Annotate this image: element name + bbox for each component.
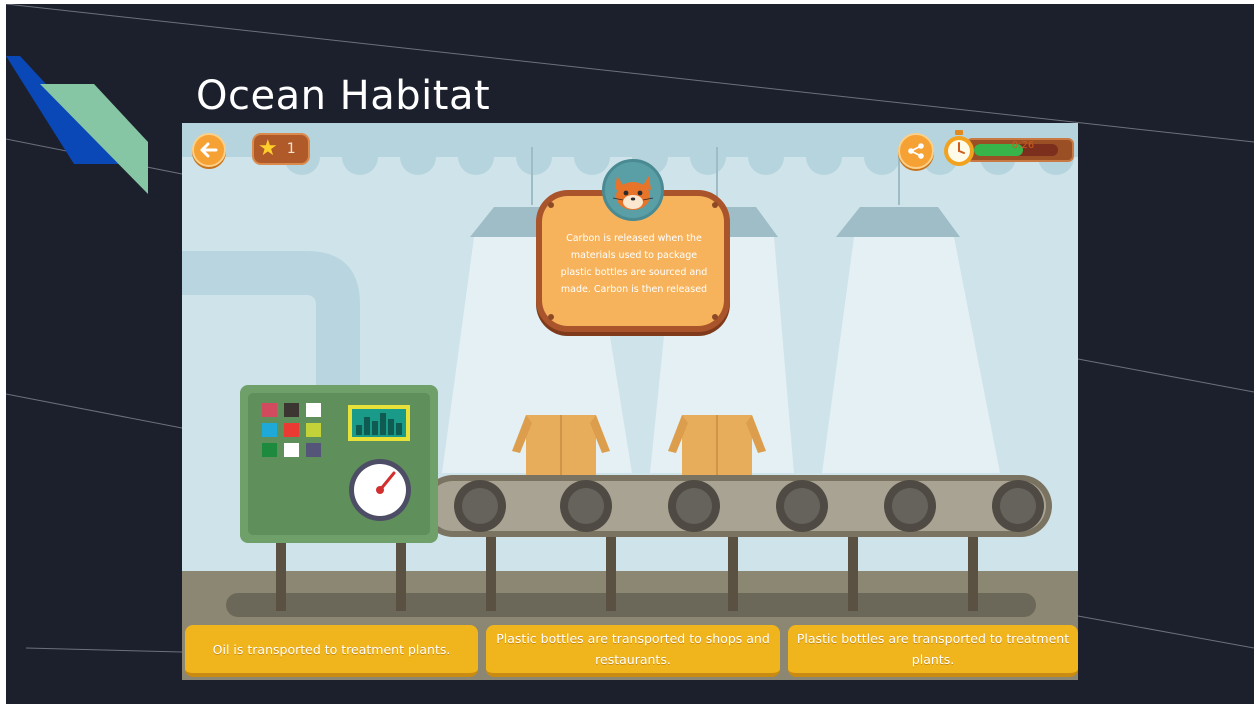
share-icon bbox=[908, 143, 924, 159]
presentation-slide: Ocean Habitat ★ 1 0:26 Carbon is release… bbox=[6, 4, 1254, 704]
panel-button bbox=[284, 423, 299, 437]
answer-option-3[interactable]: Plastic bottles are transported to treat… bbox=[788, 625, 1078, 677]
answer-option-2[interactable]: Plastic bottles are transported to shops… bbox=[486, 625, 780, 677]
control-panel bbox=[240, 385, 438, 543]
panel-button bbox=[284, 443, 299, 457]
cardboard-box-1 bbox=[512, 415, 610, 475]
panel-button bbox=[262, 403, 277, 417]
speech-text: Carbon is released when the materials us… bbox=[560, 233, 708, 295]
score-badge: ★ 1 bbox=[252, 133, 310, 165]
timer-text: 0:26 bbox=[1011, 140, 1035, 151]
green-accent-shape bbox=[40, 84, 148, 194]
game-window: ★ 1 0:26 Carbon is released when the mat… bbox=[182, 123, 1078, 680]
cardboard-box-2 bbox=[668, 415, 766, 475]
panel-button bbox=[306, 443, 321, 457]
panel-button bbox=[262, 443, 277, 457]
back-button[interactable] bbox=[192, 133, 226, 167]
panel-button bbox=[306, 423, 321, 437]
panel-button bbox=[306, 403, 321, 417]
panel-color-buttons bbox=[262, 403, 321, 457]
score-value: 1 bbox=[286, 141, 296, 157]
panel-button bbox=[262, 423, 277, 437]
fox-avatar bbox=[602, 159, 664, 221]
slide-title: Ocean Habitat bbox=[196, 73, 491, 119]
timer-bar: 0:26 bbox=[966, 138, 1074, 162]
star-icon: ★ bbox=[258, 136, 278, 161]
share-button[interactable] bbox=[898, 133, 934, 169]
stopwatch-icon bbox=[944, 130, 974, 166]
back-arrow-icon bbox=[200, 142, 218, 158]
panel-button bbox=[284, 403, 299, 417]
answer-option-1[interactable]: Oil is transported to treatment plants. bbox=[185, 625, 478, 677]
